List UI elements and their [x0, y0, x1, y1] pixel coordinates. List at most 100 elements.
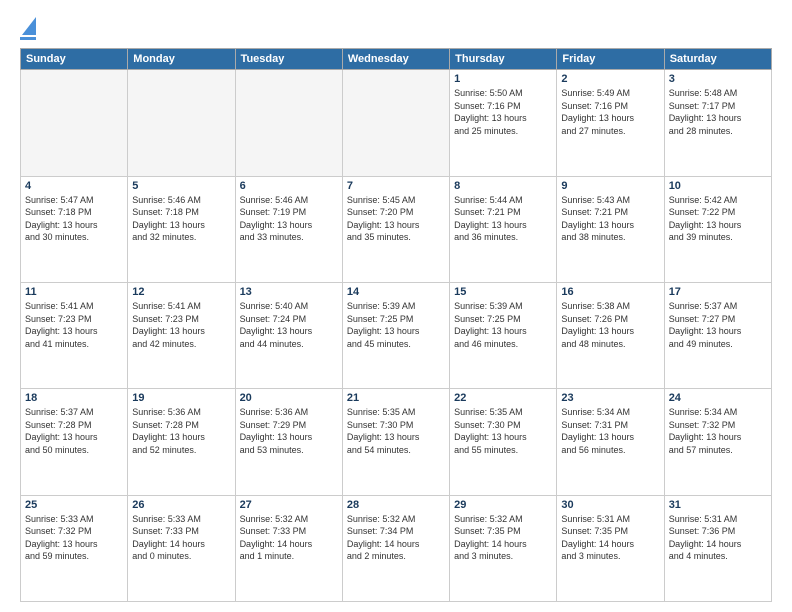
day-info: Sunrise: 5:50 AM Sunset: 7:16 PM Dayligh…	[454, 87, 552, 137]
day-number: 25	[25, 499, 123, 511]
day-info: Sunrise: 5:37 AM Sunset: 7:28 PM Dayligh…	[25, 406, 123, 456]
day-number: 8	[454, 180, 552, 192]
day-info: Sunrise: 5:41 AM Sunset: 7:23 PM Dayligh…	[25, 300, 123, 350]
day-info: Sunrise: 5:45 AM Sunset: 7:20 PM Dayligh…	[347, 194, 445, 244]
calendar-cell: 12 Sunrise: 5:41 AM Sunset: 7:23 PM Dayli…	[128, 282, 235, 388]
calendar-cell: 2 Sunrise: 5:49 AM Sunset: 7:16 PM Daylig…	[557, 70, 664, 176]
header	[20, 16, 772, 40]
day-number: 27	[240, 499, 338, 511]
calendar-week-2: 4Sunrise: 5:47 AM Sunset: 7:18 PM Daylig…	[21, 176, 772, 282]
day-info: Sunrise: 5:40 AM Sunset: 7:24 PM Dayligh…	[240, 300, 338, 350]
day-info: Sunrise: 5:32 AM Sunset: 7:33 PM Dayligh…	[240, 513, 338, 563]
day-info: Sunrise: 5:32 AM Sunset: 7:35 PM Dayligh…	[454, 513, 552, 563]
calendar-cell: 5 Sunrise: 5:46 AM Sunset: 7:18 PM Daylig…	[128, 176, 235, 282]
day-info: Sunrise: 5:32 AM Sunset: 7:34 PM Dayligh…	[347, 513, 445, 563]
calendar-cell: 21Sunrise: 5:35 AM Sunset: 7:30 PM Dayli…	[342, 389, 449, 495]
calendar-header-thursday: Thursday	[450, 49, 557, 70]
day-number: 11	[25, 286, 123, 298]
calendar-week-1: 1 Sunrise: 5:50 AM Sunset: 7:16 PM Daylig…	[21, 70, 772, 176]
day-info: Sunrise: 5:46 AM Sunset: 7:18 PM Dayligh…	[132, 194, 230, 244]
day-info: Sunrise: 5:34 AM Sunset: 7:31 PM Dayligh…	[561, 406, 659, 456]
calendar-cell: 11 Sunrise: 5:41 AM Sunset: 7:23 PM Dayli…	[21, 282, 128, 388]
calendar-week-4: 18 Sunrise: 5:37 AM Sunset: 7:28 PM Dayli…	[21, 389, 772, 495]
calendar-cell: 13 Sunrise: 5:40 AM Sunset: 7:24 PM Dayli…	[235, 282, 342, 388]
calendar-cell: 24 Sunrise: 5:34 AM Sunset: 7:32 PM Dayli…	[664, 389, 771, 495]
calendar-cell: 18 Sunrise: 5:37 AM Sunset: 7:28 PM Dayli…	[21, 389, 128, 495]
day-number: 30	[561, 499, 659, 511]
calendar-cell: 14Sunrise: 5:39 AM Sunset: 7:25 PM Dayli…	[342, 282, 449, 388]
day-info: Sunrise: 5:33 AM Sunset: 7:33 PM Dayligh…	[132, 513, 230, 563]
logo	[20, 16, 36, 40]
day-info: Sunrise: 5:36 AM Sunset: 7:28 PM Dayligh…	[132, 406, 230, 456]
logo-underline	[20, 37, 36, 40]
day-number: 24	[669, 392, 767, 404]
day-info: Sunrise: 5:46 AM Sunset: 7:19 PM Dayligh…	[240, 194, 338, 244]
calendar-cell	[235, 70, 342, 176]
calendar-header-sunday: Sunday	[21, 49, 128, 70]
day-number: 7	[347, 180, 445, 192]
day-number: 18	[25, 392, 123, 404]
calendar-week-3: 11 Sunrise: 5:41 AM Sunset: 7:23 PM Dayli…	[21, 282, 772, 388]
day-info: Sunrise: 5:43 AM Sunset: 7:21 PM Dayligh…	[561, 194, 659, 244]
day-info: Sunrise: 5:38 AM Sunset: 7:26 PM Dayligh…	[561, 300, 659, 350]
day-number: 22	[454, 392, 552, 404]
day-info: Sunrise: 5:31 AM Sunset: 7:35 PM Dayligh…	[561, 513, 659, 563]
day-info: Sunrise: 5:42 AM Sunset: 7:22 PM Dayligh…	[669, 194, 767, 244]
calendar-cell: 16Sunrise: 5:38 AM Sunset: 7:26 PM Dayli…	[557, 282, 664, 388]
calendar-cell: 3 Sunrise: 5:48 AM Sunset: 7:17 PM Daylig…	[664, 70, 771, 176]
day-info: Sunrise: 5:49 AM Sunset: 7:16 PM Dayligh…	[561, 87, 659, 137]
calendar-cell: 29 Sunrise: 5:32 AM Sunset: 7:35 PM Dayli…	[450, 495, 557, 601]
calendar-cell: 17 Sunrise: 5:37 AM Sunset: 7:27 PM Dayli…	[664, 282, 771, 388]
calendar-cell: 1 Sunrise: 5:50 AM Sunset: 7:16 PM Daylig…	[450, 70, 557, 176]
day-number: 15	[454, 286, 552, 298]
day-number: 3	[669, 73, 767, 85]
day-info: Sunrise: 5:34 AM Sunset: 7:32 PM Dayligh…	[669, 406, 767, 456]
calendar-cell: 7 Sunrise: 5:45 AM Sunset: 7:20 PM Daylig…	[342, 176, 449, 282]
day-number: 13	[240, 286, 338, 298]
day-info: Sunrise: 5:33 AM Sunset: 7:32 PM Dayligh…	[25, 513, 123, 563]
calendar-cell: 23Sunrise: 5:34 AM Sunset: 7:31 PM Dayli…	[557, 389, 664, 495]
day-number: 1	[454, 73, 552, 85]
day-number: 4	[25, 180, 123, 192]
day-number: 31	[669, 499, 767, 511]
day-number: 2	[561, 73, 659, 85]
calendar-cell: 27 Sunrise: 5:32 AM Sunset: 7:33 PM Dayli…	[235, 495, 342, 601]
day-info: Sunrise: 5:36 AM Sunset: 7:29 PM Dayligh…	[240, 406, 338, 456]
calendar-cell	[21, 70, 128, 176]
day-number: 29	[454, 499, 552, 511]
calendar-cell	[342, 70, 449, 176]
day-number: 9	[561, 180, 659, 192]
day-info: Sunrise: 5:35 AM Sunset: 7:30 PM Dayligh…	[454, 406, 552, 456]
calendar-cell: 4Sunrise: 5:47 AM Sunset: 7:18 PM Daylig…	[21, 176, 128, 282]
calendar-cell: 20 Sunrise: 5:36 AM Sunset: 7:29 PM Dayli…	[235, 389, 342, 495]
day-number: 20	[240, 392, 338, 404]
calendar-table: SundayMondayTuesdayWednesdayThursdayFrid…	[20, 48, 772, 602]
day-number: 26	[132, 499, 230, 511]
calendar-week-5: 25 Sunrise: 5:33 AM Sunset: 7:32 PM Dayli…	[21, 495, 772, 601]
day-info: Sunrise: 5:37 AM Sunset: 7:27 PM Dayligh…	[669, 300, 767, 350]
calendar-cell: 8Sunrise: 5:44 AM Sunset: 7:21 PM Daylig…	[450, 176, 557, 282]
calendar-cell: 30 Sunrise: 5:31 AM Sunset: 7:35 PM Dayli…	[557, 495, 664, 601]
day-info: Sunrise: 5:48 AM Sunset: 7:17 PM Dayligh…	[669, 87, 767, 137]
calendar-header-row: SundayMondayTuesdayWednesdayThursdayFrid…	[21, 49, 772, 70]
day-number: 5	[132, 180, 230, 192]
calendar-cell: 9 Sunrise: 5:43 AM Sunset: 7:21 PM Daylig…	[557, 176, 664, 282]
calendar-header-wednesday: Wednesday	[342, 49, 449, 70]
calendar-cell: 28 Sunrise: 5:32 AM Sunset: 7:34 PM Dayli…	[342, 495, 449, 601]
calendar-cell: 31Sunrise: 5:31 AM Sunset: 7:36 PM Dayli…	[664, 495, 771, 601]
day-number: 21	[347, 392, 445, 404]
calendar-header-monday: Monday	[128, 49, 235, 70]
day-number: 19	[132, 392, 230, 404]
day-number: 17	[669, 286, 767, 298]
calendar-cell: 26 Sunrise: 5:33 AM Sunset: 7:33 PM Dayli…	[128, 495, 235, 601]
logo-text	[20, 16, 36, 35]
calendar-header-saturday: Saturday	[664, 49, 771, 70]
day-info: Sunrise: 5:39 AM Sunset: 7:25 PM Dayligh…	[454, 300, 552, 350]
day-info: Sunrise: 5:41 AM Sunset: 7:23 PM Dayligh…	[132, 300, 230, 350]
day-number: 12	[132, 286, 230, 298]
page: SundayMondayTuesdayWednesdayThursdayFrid…	[0, 0, 792, 612]
day-number: 28	[347, 499, 445, 511]
calendar-cell	[128, 70, 235, 176]
calendar-cell: 10Sunrise: 5:42 AM Sunset: 7:22 PM Dayli…	[664, 176, 771, 282]
calendar-header-friday: Friday	[557, 49, 664, 70]
